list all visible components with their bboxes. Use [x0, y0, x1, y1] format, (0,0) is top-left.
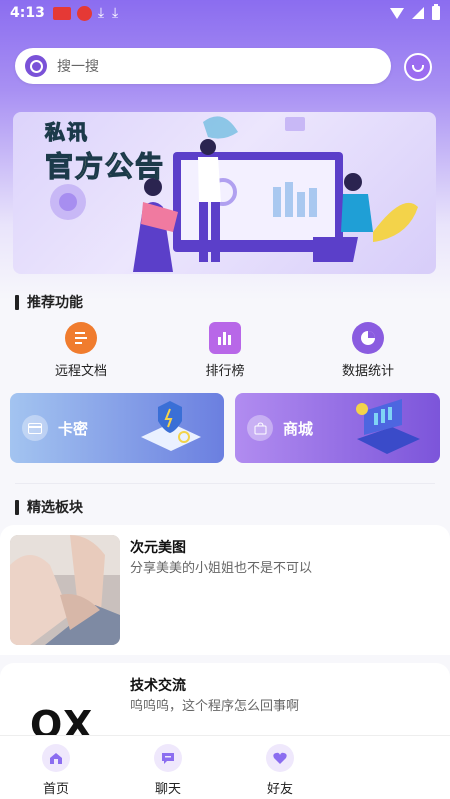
- shopping-bag-icon: [247, 415, 273, 441]
- featured-section-title: 精选板块: [15, 497, 83, 517]
- laptop-illustration: [356, 399, 420, 454]
- status-bar: 4:13 ⤓ ⤓: [0, 0, 450, 26]
- card-icon: [22, 415, 48, 441]
- pie-chart-icon: [352, 322, 384, 354]
- signal-icon: [412, 7, 424, 19]
- thumbnail-image: [10, 535, 120, 645]
- section-divider: [15, 483, 435, 484]
- card-description: 呜呜呜，这个程序怎么回事啊: [130, 699, 300, 714]
- smile-icon: [412, 64, 424, 72]
- func-remote-docs[interactable]: 远程文档: [26, 322, 136, 379]
- banner-title: 私讯 官方公告: [44, 119, 166, 185]
- announcement-banner[interactable]: 私讯 官方公告: [13, 112, 436, 274]
- banner-title-line2: 官方公告: [44, 149, 166, 183]
- nav-label: 好友: [266, 782, 293, 797]
- chat-icon: [154, 744, 182, 772]
- banner-title-line1: 私讯: [44, 119, 89, 144]
- search-placeholder: 搜一搜: [57, 59, 99, 75]
- nav-home[interactable]: 首页: [26, 744, 86, 797]
- section-marker: [15, 499, 19, 515]
- func-label: 排行榜: [205, 364, 245, 379]
- status-time: 4:13: [10, 5, 45, 21]
- list-item-anime-images[interactable]: 次元美图 分享美美的小姐姐也不是不可以: [0, 525, 450, 655]
- recommend-section-title: 推荐功能: [15, 292, 83, 312]
- heart-icon: [266, 744, 294, 772]
- nav-label: 首页: [42, 782, 69, 797]
- func-ranking[interactable]: 排行榜: [170, 322, 280, 379]
- promo-label: 卡密: [58, 419, 89, 438]
- document-icon: [65, 322, 97, 354]
- list-item-tech-exchange[interactable]: OX 技术交流 呜呜呜，这个程序怎么回事啊: [0, 663, 450, 783]
- func-label: 数据统计: [341, 364, 394, 379]
- notification-app-icon: [52, 6, 71, 20]
- nav-friends[interactable]: 好友: [250, 744, 310, 797]
- search-input[interactable]: 搜一搜: [15, 48, 391, 84]
- section-marker: [15, 294, 19, 310]
- profile-button[interactable]: [404, 53, 432, 81]
- wifi-icon: [390, 7, 404, 19]
- card-key-promo[interactable]: 卡密: [10, 393, 224, 463]
- shop-promo[interactable]: 商城: [235, 393, 440, 463]
- card-title: 次元美图: [130, 540, 186, 556]
- home-icon: [42, 744, 70, 772]
- func-label: 远程文档: [54, 364, 107, 379]
- nav-label: 聊天: [154, 782, 181, 797]
- key-illustration: [141, 401, 201, 451]
- bar-chart-icon: [209, 322, 241, 354]
- featured-title-text: 精选板块: [27, 500, 83, 516]
- download-icon-2: ⤓: [112, 5, 119, 21]
- bottom-navigation: 首页 聊天 好友: [0, 735, 450, 799]
- notification-app-icon-2: [76, 5, 92, 21]
- promo-label: 商城: [283, 419, 314, 438]
- recommend-title-text: 推荐功能: [27, 295, 83, 311]
- card-description: 分享美美的小姐姐也不是不可以: [130, 561, 313, 576]
- nav-chat[interactable]: 聊天: [138, 744, 198, 797]
- func-statistics[interactable]: 数据统计: [313, 322, 423, 379]
- download-icon: ⤓: [97, 5, 105, 21]
- card-title: 技术交流: [130, 678, 186, 694]
- search-icon: [25, 55, 47, 77]
- battery-icon: [432, 4, 440, 20]
